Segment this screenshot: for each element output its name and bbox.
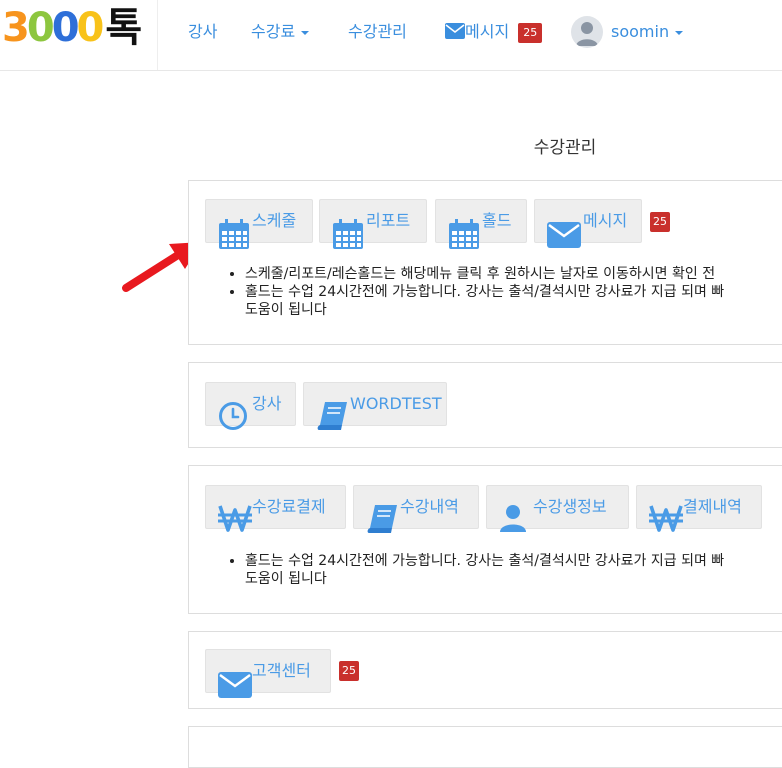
envelope-icon	[547, 222, 581, 248]
schedule-panel: 스케줄 리포트 홀드 메시지 25 • 스케줄/리포트/레슨홀드는 해당메뉴 클…	[188, 180, 782, 345]
brand-logo[interactable]: 3000 톡	[2, 6, 142, 50]
user-avatar-icon	[576, 22, 598, 46]
payment-history-button-label: 결제내역	[683, 497, 742, 516]
message-count-badge: 25	[518, 22, 543, 43]
nav-teacher[interactable]: 강사	[188, 20, 217, 44]
extra-panel	[188, 726, 782, 768]
customer-center-button[interactable]: 고객센터	[205, 649, 331, 698]
book-icon	[317, 402, 347, 430]
teacher-panel: 강사 WORDTEST	[188, 362, 782, 448]
fee-payment-button[interactable]: 수강료결제	[205, 485, 346, 532]
logo-digit: 0	[51, 5, 80, 51]
message-count-badge: 25	[339, 661, 359, 681]
class-history-button-label: 수강내역	[400, 497, 459, 516]
schedule-notes: 스케줄/리포트/레슨홀드는 해당메뉴 클릭 후 원하시는 날자로 이동하시면 확…	[217, 265, 782, 319]
user-icon	[500, 505, 526, 532]
envelope-icon	[445, 23, 465, 39]
calendar-icon	[449, 219, 479, 249]
logo-digit: 0	[26, 5, 55, 51]
message-count-badge: 25	[650, 212, 670, 232]
message-button-label: 메시지	[583, 211, 628, 230]
teacher-button[interactable]: 강사	[205, 382, 296, 430]
note-item: 홀드는 수업 24시간전에 가능합니다. 강사는 출석/결석시만 강사료가 지급…	[245, 552, 782, 588]
user-menu-dropdown[interactable]: soomin	[611, 20, 684, 44]
page-title: 수강관리	[533, 138, 597, 158]
nav-fee-label: 수강료	[251, 22, 296, 41]
calendar-icon	[219, 219, 249, 249]
won-icon	[649, 505, 683, 532]
payment-notes: 홀드는 수업 24시간전에 가능합니다. 강사는 출석/결석시만 강사료가 지급…	[217, 552, 782, 588]
caret-down-icon	[301, 30, 310, 35]
customer-center-panel: 고객센터 25	[188, 631, 782, 709]
schedule-button-label: 스케줄	[252, 211, 297, 230]
schedule-button[interactable]: 스케줄	[205, 199, 313, 249]
top-navbar: 3000 톡 강사 수강료 수강관리 메시지 25 soomin	[0, 0, 782, 71]
avatar[interactable]	[571, 16, 603, 48]
wordtest-button[interactable]: WORDTEST	[303, 382, 447, 430]
clock-icon	[219, 402, 247, 430]
message-button[interactable]: 메시지	[534, 199, 642, 248]
hold-button-label: 홀드	[482, 211, 512, 230]
brand[interactable]: 3000 톡	[0, 0, 158, 70]
nav-message-label: 메시지	[465, 22, 510, 41]
won-icon	[218, 505, 252, 532]
student-info-button[interactable]: 수강생정보	[486, 485, 629, 532]
teacher-button-label: 강사	[252, 394, 282, 413]
note-item: 스케줄/리포트/레슨홀드는 해당메뉴 클릭 후 원하시는 날자로 이동하시면 확…	[245, 265, 782, 283]
nav-message[interactable]: 메시지 25	[445, 20, 543, 44]
nav-manage[interactable]: 수강관리	[348, 20, 407, 44]
hold-button[interactable]: 홀드	[435, 199, 527, 249]
book-icon	[367, 505, 397, 533]
logo-suffix: 톡	[105, 5, 143, 51]
logo-digit: 3	[2, 5, 30, 51]
note-item: 홀드는 수업 24시간전에 가능합니다. 강사는 출석/결석시만 강사료가 지급…	[245, 283, 782, 319]
logo-digit: 0	[76, 5, 105, 51]
wordtest-button-label: WORDTEST	[350, 394, 442, 413]
report-button-label: 리포트	[366, 211, 411, 230]
username-label: soomin	[611, 22, 670, 41]
calendar-icon	[333, 219, 363, 249]
class-history-button[interactable]: 수강내역	[353, 485, 479, 533]
payment-history-button[interactable]: 결제내역	[636, 485, 762, 532]
nav-fee-dropdown[interactable]: 수강료	[251, 20, 310, 44]
customer-center-button-label: 고객센터	[252, 661, 311, 680]
report-button[interactable]: 리포트	[319, 199, 427, 249]
fee-payment-button-label: 수강료결제	[252, 497, 326, 516]
caret-down-icon	[675, 30, 684, 35]
envelope-icon	[218, 672, 252, 698]
student-info-button-label: 수강생정보	[533, 497, 607, 516]
payment-panel: 수강료결제 수강내역 수강생정보 결제내역 홀드는 수업 24시간전에 가능합니…	[188, 465, 782, 614]
